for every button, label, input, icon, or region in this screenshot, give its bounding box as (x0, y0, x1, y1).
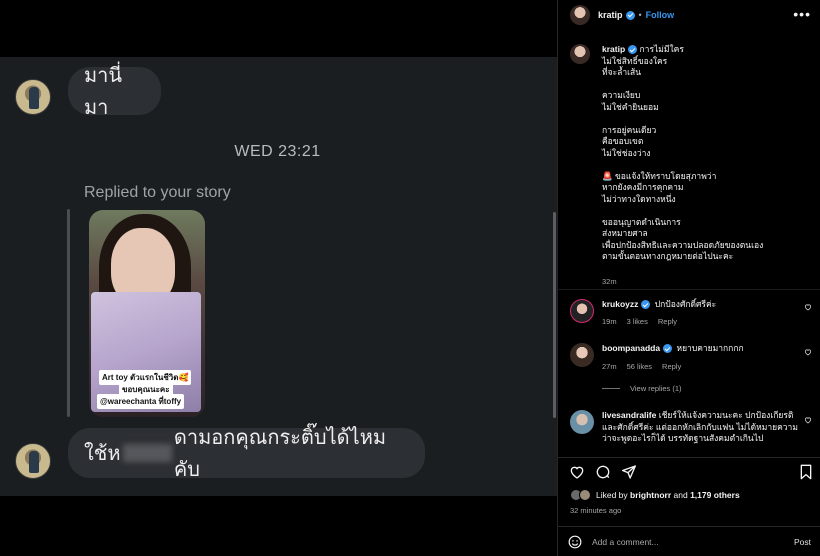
verified-icon (663, 344, 673, 354)
reply-button[interactable]: Reply (658, 317, 677, 326)
message-bubble-bottom: ใช้ห ดามอกคุณกระติ๊บได้ไหมคับ (68, 427, 425, 481)
comment-time: 19m (602, 316, 617, 326)
comment-username[interactable]: livesandralife (602, 410, 656, 420)
sender-avatar (15, 79, 51, 115)
heart-icon[interactable] (804, 416, 812, 424)
message-timestamp: WED 23:21 (234, 143, 321, 160)
comment-time: 27m (602, 361, 617, 371)
replied-to-story-label: Replied to your story (84, 184, 231, 201)
commenter-avatar[interactable] (570, 410, 594, 434)
story-caption-3: @wareechanta ที่toffy (97, 394, 185, 409)
instagram-post-panel: kratip • Follow ••• kratip การไม่มีใคร ไ… (557, 0, 820, 556)
dm-scrollbar[interactable] (553, 212, 556, 418)
caption-username[interactable]: kratip (602, 44, 625, 54)
commenter-avatar[interactable] (570, 299, 594, 323)
emoji-icon[interactable] (568, 535, 582, 549)
author-username[interactable]: kratip (598, 10, 623, 20)
post-header: kratip • Follow ••• (558, 0, 820, 30)
view-replies-label: View replies (1) (630, 384, 682, 393)
comment-item: krukoyzz ปกป้องศักดิ์ศรีค่ะ 19m 3 likes Re… (570, 299, 814, 327)
comment-likes[interactable]: 3 likes (627, 317, 648, 326)
comment-likes[interactable]: 56 likes (627, 362, 652, 371)
liked-by-prefix: Liked by (596, 490, 628, 500)
commenter-avatar[interactable] (570, 343, 594, 367)
liked-by-user[interactable]: brightnorr (630, 490, 671, 500)
comment-item: boompanadda หยาบคายมากกกก 27m 56 likes Rep… (570, 343, 814, 372)
reply-indicator-line (67, 209, 70, 417)
heart-icon[interactable] (804, 303, 812, 311)
liker-avatars (570, 489, 592, 501)
more-icon[interactable]: ••• (793, 6, 811, 22)
share-icon[interactable] (621, 464, 637, 480)
reply-button[interactable]: Reply (662, 362, 681, 371)
bookmark-icon[interactable] (799, 464, 813, 480)
liked-by-row: Liked by brightnorr and 1,179 others (570, 489, 740, 501)
verified-icon (625, 10, 635, 20)
view-replies-button[interactable]: View replies (1) (602, 384, 682, 393)
blurred-word (122, 444, 172, 462)
post-comment-button[interactable]: Post (794, 537, 811, 547)
liked-by-others[interactable]: 1,179 others (690, 490, 740, 500)
message-text-top: มานี่มา (84, 65, 123, 119)
dm-thread: มานี่มา WED 23:21 Replied to your story … (0, 57, 557, 496)
message-text-suffix: ดามอกคุณกระติ๊บได้ไหมคับ (173, 427, 387, 481)
comment-text: ปกป้องศักดิ์ศรีค่ะ (654, 299, 717, 309)
story-thumbnail[interactable]: Art toy ตัวแรกในชีวิต🥰 ขอบคุณนะคะ @waree… (89, 210, 205, 417)
follow-button[interactable]: Follow (646, 10, 675, 20)
dm-screenshot: มานี่มา WED 23:21 Replied to your story … (0, 0, 557, 556)
caption-time: 32m (602, 277, 617, 286)
comment-item: livesandralife เชียร์ให้แจ้งความนะคะ ปกป… (570, 410, 814, 455)
post-caption: kratip การไม่มีใคร ไม่ใช่สิทธิ์ของใคร ที… (570, 44, 815, 263)
comment-icon[interactable] (595, 464, 611, 480)
comment-text: หยาบคายมากกกก (676, 343, 744, 353)
message-bubble-top: มานี่มา (68, 65, 161, 119)
add-comment-input[interactable]: Add a comment... (592, 537, 794, 547)
post-time: 32 minutes ago (570, 506, 622, 515)
add-comment-bar: Add a comment... Post (558, 526, 820, 556)
author-avatar[interactable] (570, 5, 590, 25)
comment-username[interactable]: boompanadda (602, 343, 660, 353)
verified-icon (628, 45, 638, 55)
caption-text: การไม่มีใคร ไม่ใช่สิทธิ์ของใคร ที่จะล้ำเ… (602, 44, 764, 261)
heart-icon[interactable] (804, 348, 812, 356)
sender-avatar (15, 443, 51, 479)
post-action-bar (558, 457, 820, 485)
liked-by-and: and (673, 490, 688, 500)
heart-icon[interactable] (569, 464, 585, 480)
message-text-prefix: ใช้ห (84, 443, 121, 465)
comment-username[interactable]: krukoyzz (602, 299, 638, 309)
caption-avatar[interactable] (570, 44, 590, 64)
verified-icon (641, 300, 651, 310)
